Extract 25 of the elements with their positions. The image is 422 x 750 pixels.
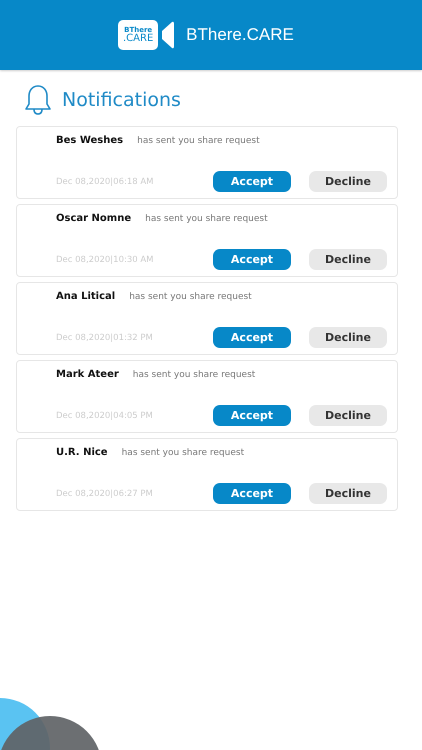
- decline-button[interactable]: Decline: [309, 327, 387, 348]
- decline-button[interactable]: Decline: [309, 483, 387, 504]
- accept-button[interactable]: Accept: [213, 483, 291, 504]
- sender-name: Mark Ateer: [56, 369, 119, 380]
- sender-name: Bes Weshes: [56, 135, 124, 146]
- notification-message: has sent you share request: [137, 136, 260, 146]
- notification-message: has sent you share request: [122, 448, 244, 458]
- logo-text: .CARE: [123, 34, 154, 44]
- accept-button[interactable]: Accept: [213, 249, 291, 270]
- camera-lens-icon: [162, 21, 174, 49]
- notification-message: has sent you share request: [145, 214, 268, 224]
- app-title: BThere.CARE: [186, 25, 294, 45]
- bell-icon: [24, 84, 52, 116]
- sender-name: Ana Litical: [56, 291, 116, 302]
- accept-button[interactable]: Accept: [213, 327, 291, 348]
- decline-button[interactable]: Decline: [309, 405, 387, 426]
- page-title: Notifications: [62, 89, 181, 111]
- notification-message: has sent you share request: [129, 292, 252, 302]
- notification-message: has sent you share request: [132, 370, 256, 380]
- accept-button[interactable]: Accept: [213, 405, 291, 426]
- decline-button[interactable]: Decline: [309, 249, 387, 270]
- sender-name: Oscar Nomne: [56, 213, 132, 224]
- decline-button[interactable]: Decline: [309, 171, 387, 192]
- sender-name: U.R. Nice: [56, 447, 108, 458]
- accept-button[interactable]: Accept: [213, 171, 291, 192]
